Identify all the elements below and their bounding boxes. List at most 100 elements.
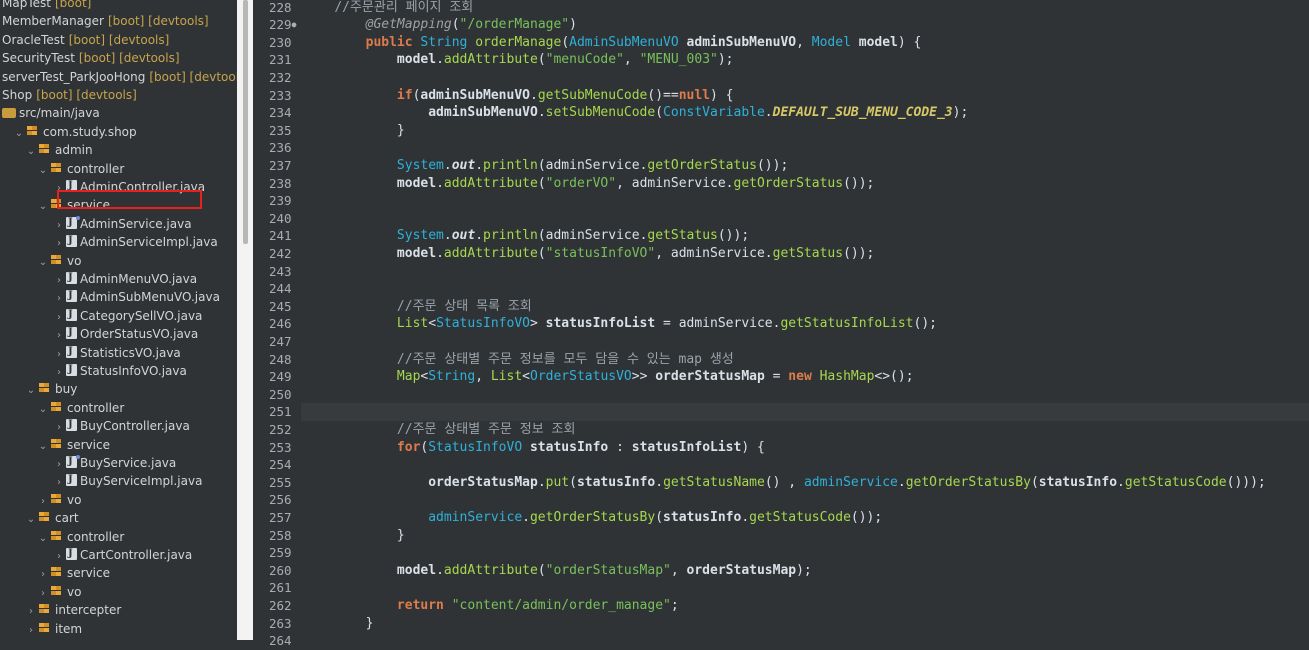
tree-item[interactable]: › CartController.java bbox=[54, 545, 193, 566]
chevron-down-icon[interactable]: ⌄ bbox=[26, 511, 36, 529]
code-line[interactable]: System.out.println(adminService.getOrder… bbox=[303, 157, 788, 175]
code-line[interactable]: if(adminSubMenuVO.getSubMenuCode()==null… bbox=[303, 87, 734, 105]
tree-item[interactable]: › OrderStatusVO.java bbox=[54, 324, 198, 345]
chevron-right-icon[interactable]: › bbox=[38, 493, 48, 511]
code-line[interactable]: public String orderManage(AdminSubMenuVO… bbox=[303, 34, 922, 52]
code-line[interactable]: } bbox=[303, 615, 374, 633]
code-editor[interactable]: 228 229● 230 231 232 233 234 235 236 237 238 239 240… bbox=[253, 0, 1309, 648]
tree-item[interactable]: SecurityTest [boot] [devtools] bbox=[2, 49, 180, 67]
chevron-right-icon[interactable]: › bbox=[54, 217, 64, 235]
code-line[interactable]: } bbox=[303, 527, 405, 545]
tree-item[interactable]: ⌄ service bbox=[38, 436, 110, 454]
code-token: addAttribute bbox=[443, 175, 538, 191]
code-line[interactable]: //주문 상태별 주문 정보를 모두 담을 수 있는 map 생성 bbox=[303, 351, 734, 369]
code-line[interactable]: System.out.println(adminService.getStatu… bbox=[303, 227, 749, 245]
chevron-right-icon[interactable]: › bbox=[54, 456, 64, 474]
tree-item[interactable]: src/main/java bbox=[2, 104, 100, 122]
chevron-down-icon[interactable]: ⌄ bbox=[14, 125, 24, 143]
code-token: HashMap bbox=[819, 369, 875, 385]
tree-item-label: CartController.java bbox=[80, 548, 193, 562]
chevron-down-icon[interactable]: ⌄ bbox=[38, 530, 48, 548]
tree-item[interactable]: ⌄ admin bbox=[26, 141, 93, 159]
tree-item-label: serverTest_ParkJooHong bbox=[2, 69, 146, 84]
code-line[interactable]: //주문 상태별 주문 정보 조회 bbox=[303, 421, 576, 439]
package-explorer[interactable]: MapTest [boot] MemberManager [boot] [devtoo… bbox=[0, 0, 237, 640]
code-token: getStatusName bbox=[663, 474, 765, 490]
chevron-down-icon[interactable]: ⌄ bbox=[38, 401, 48, 419]
code-line[interactable]: //주문 상태 목록 조회 bbox=[303, 298, 532, 316]
chevron-right-icon[interactable]: › bbox=[54, 290, 64, 308]
tree-item[interactable]: ⌄ cart bbox=[26, 509, 79, 527]
tree-item[interactable]: ⌄ controller bbox=[38, 528, 124, 546]
chevron-right-icon[interactable]: › bbox=[26, 622, 36, 640]
chevron-right-icon[interactable]: › bbox=[54, 548, 64, 566]
tree-item[interactable]: ⌄ controller bbox=[38, 399, 124, 417]
code-token: OrderStatusVO bbox=[530, 369, 632, 385]
tree-item[interactable]: ⌄ com.study.shop bbox=[14, 123, 137, 141]
chevron-right-icon[interactable]: › bbox=[26, 603, 36, 621]
override-marker-icon[interactable]: ● bbox=[292, 20, 297, 29]
code-line[interactable]: adminSubMenuVO.setSubMenuCode(ConstVaria… bbox=[303, 104, 968, 122]
tree-item[interactable]: › vo bbox=[38, 583, 81, 601]
tree-item[interactable]: › item bbox=[26, 620, 82, 638]
tree-item[interactable]: › AdminServiceImpl.java bbox=[54, 232, 218, 253]
code-line[interactable]: model.addAttribute("orderStatusMap", ord… bbox=[303, 562, 812, 580]
chevron-right-icon[interactable]: › bbox=[54, 235, 64, 253]
tree-item[interactable]: serverTest_ParkJooHong[boot] [devtools] bbox=[2, 68, 237, 86]
code-line[interactable]: return "content/admin/order_manage"; bbox=[303, 597, 679, 615]
code-line[interactable]: //주문관리 페이지 조회 bbox=[303, 0, 473, 16]
tree-item[interactable]: › vo bbox=[38, 491, 81, 509]
code-line[interactable]: @GetMapping("/orderManage") bbox=[303, 16, 577, 34]
code-line[interactable]: model.addAttribute("menuCode", "MENU_003… bbox=[303, 51, 734, 69]
tree-item[interactable]: › StatisticsVO.java bbox=[54, 343, 181, 364]
chevron-down-icon[interactable]: ⌄ bbox=[38, 254, 48, 272]
chevron-down-icon[interactable]: ⌄ bbox=[38, 438, 48, 456]
tree-item[interactable]: ⌄ vo bbox=[38, 252, 82, 272]
tree-item[interactable]: › BuyService.java bbox=[54, 453, 176, 474]
chevron-right-icon[interactable]: › bbox=[54, 309, 64, 327]
code-token: String bbox=[428, 369, 476, 385]
code-line[interactable]: } bbox=[303, 122, 405, 140]
chevron-right-icon[interactable]: › bbox=[54, 327, 64, 345]
tree-item[interactable]: › service bbox=[38, 564, 110, 582]
tree-item[interactable]: › BuyController.java bbox=[54, 416, 190, 437]
chevron-down-icon[interactable]: ⌄ bbox=[26, 143, 36, 161]
tree-item[interactable]: › AdminService.java bbox=[54, 214, 192, 235]
chevron-down-icon[interactable]: ⌄ bbox=[38, 162, 48, 180]
tree-item[interactable]: OracleTest [boot] [devtools] bbox=[2, 31, 169, 49]
code-line[interactable]: for(StatusInfoVO statusInfo : statusInfo… bbox=[303, 439, 765, 457]
chevron-right-icon[interactable]: › bbox=[54, 474, 64, 492]
chevron-right-icon[interactable]: › bbox=[38, 566, 48, 584]
tree-item[interactable]: › intercepter bbox=[26, 601, 121, 619]
tree-item-label: service bbox=[67, 437, 110, 452]
code-line[interactable]: adminService.getOrderStatusBy(statusInfo… bbox=[303, 509, 882, 527]
chevron-down-icon[interactable]: ⌄ bbox=[38, 198, 48, 216]
tree-item[interactable]: MemberManager [boot] [devtools] bbox=[2, 12, 209, 30]
chevron-right-icon[interactable]: › bbox=[54, 346, 64, 364]
chevron-down-icon[interactable]: ⌄ bbox=[26, 382, 36, 400]
chevron-right-icon[interactable]: › bbox=[54, 364, 64, 382]
code-line[interactable]: orderStatusMap.put(statusInfo.getStatusN… bbox=[303, 474, 1266, 492]
tree-item-label: src/main/java bbox=[19, 106, 100, 121]
code-line[interactable]: Map<String, List<OrderStatusVO>> orderSt… bbox=[303, 368, 914, 386]
tree-item[interactable]: ⌄ controller bbox=[38, 160, 124, 178]
tree-item[interactable]: › BuyServiceImpl.java bbox=[54, 471, 202, 492]
code-line[interactable]: model.addAttribute("statusInfoVO", admin… bbox=[303, 245, 874, 263]
code-line[interactable]: model.addAttribute("orderVO", adminServi… bbox=[303, 175, 874, 193]
chevron-right-icon[interactable]: › bbox=[54, 419, 64, 437]
tree-item[interactable]: › StatusInfoVO.java bbox=[54, 361, 187, 382]
tree-item[interactable]: › AdminSubMenuVO.java bbox=[54, 287, 220, 308]
chevron-right-icon[interactable]: › bbox=[54, 272, 64, 290]
code-line[interactable]: List<StatusInfoVO> statusInfoList = admi… bbox=[303, 315, 937, 333]
line-number-text: 228 bbox=[269, 0, 292, 15]
code-token: <>(); bbox=[874, 369, 914, 385]
tree-item[interactable]: ⌄ buy bbox=[26, 380, 78, 400]
tree-item[interactable]: › AdminMenuVO.java bbox=[54, 269, 197, 290]
explorer-scrollbar-thumb[interactable] bbox=[243, 0, 248, 244]
tree-item[interactable]: Shop [boot] [devtools] bbox=[2, 86, 137, 104]
chevron-right-icon[interactable]: › bbox=[38, 585, 48, 603]
tree-item[interactable]: › CategorySellVO.java bbox=[54, 306, 202, 327]
tree-item[interactable]: MapTest [boot] bbox=[2, 0, 91, 12]
